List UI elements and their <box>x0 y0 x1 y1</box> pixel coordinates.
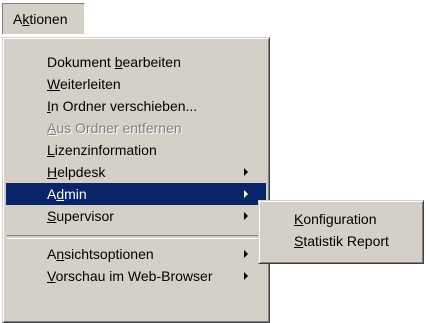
menu-item-lizenzinformation[interactable]: Lizenzinformation <box>6 139 266 161</box>
menu-item-label: Weiterleiten <box>47 76 121 92</box>
menu-item-admin[interactable]: Admin <box>6 183 266 205</box>
submenu-arrow-icon <box>244 250 248 258</box>
menu-separator <box>7 235 265 239</box>
menu-item-label: Dokument bearbeiten <box>47 54 181 70</box>
menu-title-aktionen[interactable]: Aktionen <box>2 3 85 35</box>
menu-item-helpdesk[interactable]: Helpdesk <box>6 161 266 183</box>
admin-submenu: Konfiguration Statistik Report <box>258 200 424 264</box>
menu-item-label: Lizenzinformation <box>47 142 157 158</box>
submenu-arrow-icon <box>244 168 248 176</box>
submenu-item-statistik-report[interactable]: Statistik Report <box>262 229 420 251</box>
menu-item-label: Ansichtsoptionen <box>47 246 154 262</box>
submenu-arrow-icon <box>244 212 248 220</box>
aktionen-menu: Dokument bearbeiten Weiterleiten In Ordn… <box>2 37 270 323</box>
submenu-item-label: Statistik Report <box>294 233 389 249</box>
menu-item-supervisor[interactable]: Supervisor <box>6 205 266 227</box>
menu-item-label: Helpdesk <box>47 164 106 180</box>
submenu-arrow-icon <box>244 190 248 198</box>
menu-item-vorschau-im-web-browser[interactable]: Vorschau im Web-Browser <box>6 265 266 287</box>
menu-item-label: Aus Ordner entfernen <box>47 120 182 136</box>
menu-item-label: In Ordner verschieben... <box>47 98 198 114</box>
menu-title-label: Aktionen <box>13 11 68 27</box>
submenu-arrow-icon <box>244 272 248 280</box>
submenu-item-label: Konfiguration <box>294 211 377 227</box>
menu-item-in-ordner-verschieben[interactable]: In Ordner verschieben... <box>6 95 266 117</box>
menu-item-dokument-bearbeiten[interactable]: Dokument bearbeiten <box>6 51 266 73</box>
menu-item-label: Supervisor <box>47 208 114 224</box>
menu-item-aus-ordner-entfernen: Aus Ordner entfernen <box>6 117 266 139</box>
menu-item-label: Vorschau im Web-Browser <box>47 268 213 284</box>
menu-item-label: Admin <box>47 186 87 202</box>
submenu-item-konfiguration[interactable]: Konfiguration <box>262 207 420 229</box>
menu-item-weiterleiten[interactable]: Weiterleiten <box>6 73 266 95</box>
menu-item-ansichtsoptionen[interactable]: Ansichtsoptionen <box>6 243 266 265</box>
